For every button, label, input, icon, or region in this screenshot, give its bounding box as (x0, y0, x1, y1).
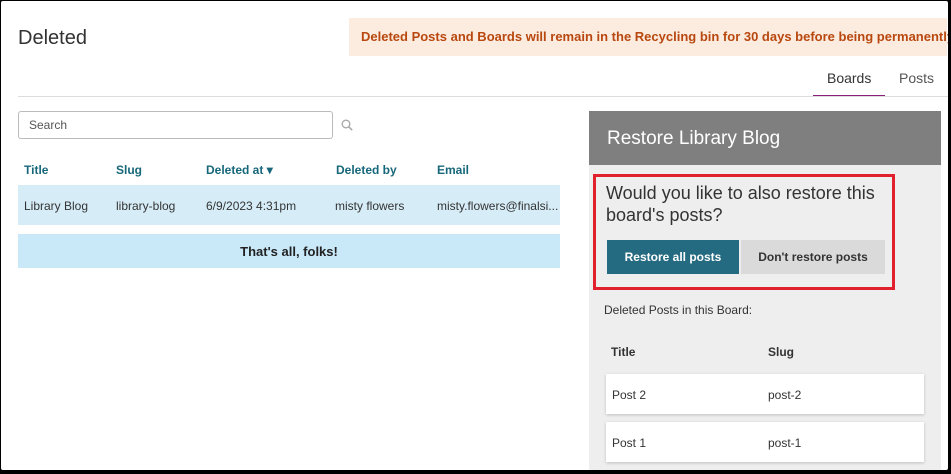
row-deleted-at: 6/9/2023 4:31pm (206, 199, 297, 213)
list-item[interactable]: Post 2 post-2 (606, 374, 924, 414)
tab-bar: Boards Posts (812, 67, 948, 96)
restore-heading-prefix: Restore (607, 128, 674, 149)
post-slug: post-1 (768, 436, 802, 450)
list-item[interactable]: Post 1 post-1 (606, 422, 924, 462)
restore-board-name: Library Blog (678, 128, 781, 149)
end-of-list-message: That's all, folks! (18, 234, 560, 268)
row-deleted-by: misty flowers (335, 199, 405, 213)
column-header-deleted-at[interactable]: Deleted at ▾ (206, 163, 273, 177)
row-title: Library Blog (24, 199, 89, 213)
restore-posts-question: Would you like to also restore this boar… (606, 183, 875, 225)
column-header-slug[interactable]: Slug (116, 163, 142, 177)
row-slug: library-blog (116, 199, 176, 213)
post-title: Post 2 (612, 388, 647, 402)
table-row[interactable]: Library Blog library-blog 6/9/2023 4:31p… (18, 185, 560, 225)
column-header-deleted-at-label: Deleted at (206, 163, 264, 177)
post-slug: post-2 (768, 388, 802, 402)
tab-boards[interactable]: Boards (812, 67, 885, 96)
restore-panel: Restore Library Blog Would you like to a… (589, 111, 941, 470)
column-header-email[interactable]: Email (437, 163, 469, 177)
column-header-deleted-by[interactable]: Deleted by (336, 163, 397, 177)
sort-descending-icon: ▾ (266, 163, 273, 177)
header-divider (18, 96, 948, 97)
table-header: Title Slug Deleted at ▾ Deleted by Email (18, 161, 560, 181)
restore-all-posts-button[interactable]: Restore all posts (607, 240, 739, 274)
dont-restore-posts-button[interactable]: Don't restore posts (741, 240, 885, 274)
retention-notice-banner: Deleted Posts and Boards will remain in … (349, 18, 948, 56)
restore-posts-prompt: Would you like to also restore this boar… (593, 174, 895, 290)
app-window: Deleted Deleted Posts and Boards will re… (1, 1, 948, 470)
column-header-title[interactable]: Title (24, 163, 48, 177)
posts-column-header-slug: Slug (768, 345, 794, 359)
restore-panel-header: Restore Library Blog (589, 111, 941, 165)
post-title: Post 1 (612, 436, 647, 450)
posts-column-header-title: Title (611, 345, 636, 359)
deleted-posts-label: Deleted Posts in this Board: (604, 303, 753, 317)
search-input[interactable] (18, 111, 333, 139)
search-icon[interactable] (341, 119, 353, 131)
row-email: misty.flowers@finalsi... (437, 199, 559, 213)
tab-posts[interactable]: Posts (885, 67, 948, 96)
page-title: Deleted (18, 27, 87, 49)
